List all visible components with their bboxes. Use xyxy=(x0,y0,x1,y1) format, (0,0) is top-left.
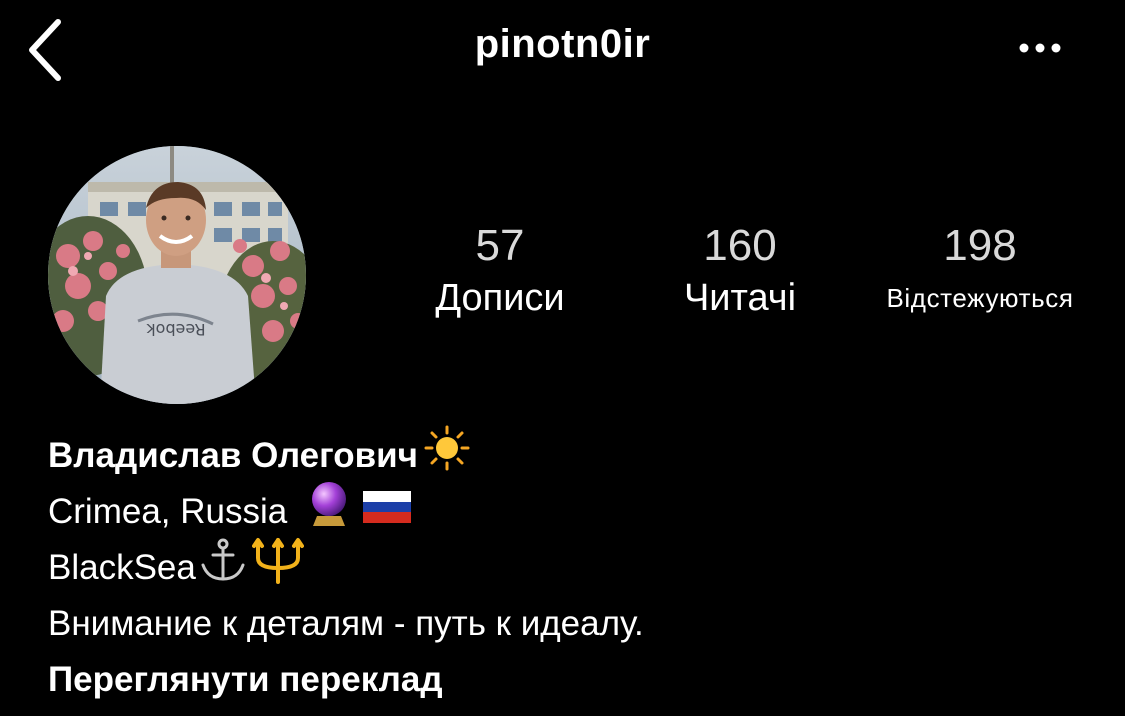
bio-line-3: Внимание к деталям - путь к идеалу. xyxy=(48,596,1088,652)
top-bar: pinotn0ir xyxy=(0,0,1125,100)
svg-text:Reebok: Reebok xyxy=(146,320,206,339)
bio-location-text: Crimea, Russia xyxy=(48,492,288,531)
page-title-username: pinotn0ir xyxy=(474,22,651,66)
anchor-icon xyxy=(198,537,248,600)
profile-photo: Reebok xyxy=(48,146,306,404)
trident-icon xyxy=(251,536,304,601)
following-label: Відстежуються xyxy=(886,283,1074,313)
posts-count: 57 xyxy=(475,221,525,270)
bio-location-line: Crimea, Russia xyxy=(48,481,1088,540)
posts-label: Дописи xyxy=(435,277,565,319)
following-count: 198 xyxy=(943,221,1017,270)
followers-stat[interactable]: 160 Читачі xyxy=(650,218,830,322)
profile-bio: Владислав Олегович Crimea, Russia BlackS… xyxy=(48,425,1088,708)
bio-line-2-text: BlackSea xyxy=(48,548,196,587)
russia-flag-icon xyxy=(363,484,412,540)
more-horizontal-icon xyxy=(1019,43,1061,53)
bio-line-2: BlackSea xyxy=(48,537,1088,596)
followers-count: 160 xyxy=(703,221,777,270)
sun-icon xyxy=(424,425,470,488)
profile-display-name: Владислав Олегович xyxy=(48,436,418,475)
followers-label: Читачі xyxy=(683,277,797,319)
more-options-button[interactable] xyxy=(1010,30,1070,66)
bio-line-3-text: Внимание к деталям - путь к идеалу. xyxy=(48,604,644,643)
see-translation-link[interactable]: Переглянути переклад xyxy=(48,652,443,708)
crystal-ball-icon xyxy=(307,480,351,545)
posts-stat[interactable]: 57 Дописи xyxy=(410,218,590,322)
avatar[interactable]: Reebok xyxy=(48,146,306,404)
following-stat[interactable]: 198 Відстежуються xyxy=(862,218,1098,322)
bio-name-line: Владислав Олегович xyxy=(48,425,1088,484)
bio-translate-line: Переглянути переклад xyxy=(48,652,1088,708)
